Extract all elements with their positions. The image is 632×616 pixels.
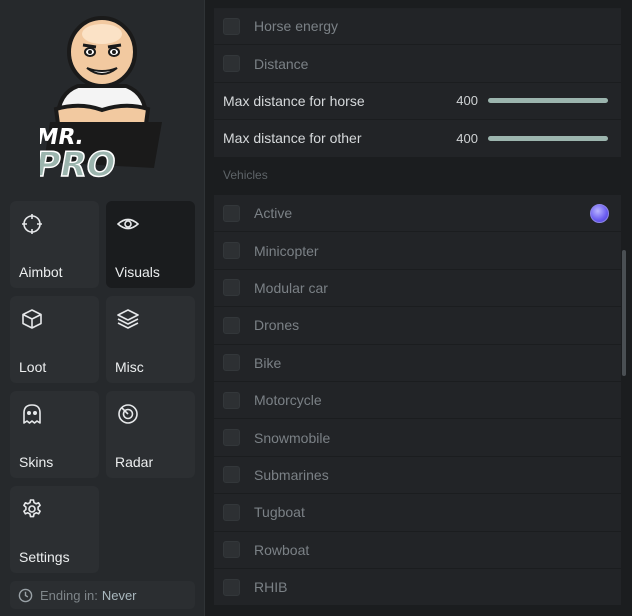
list-item: Distance — [214, 45, 621, 83]
checkbox[interactable] — [223, 204, 240, 222]
option-label: Rowboat — [254, 541, 310, 558]
layers-icon — [117, 309, 139, 329]
top-fade — [206, 0, 632, 10]
tab-label: Aimbot — [19, 264, 63, 280]
list-item: RHIB — [214, 568, 621, 607]
box-icon — [22, 309, 42, 329]
tab-settings[interactable]: Settings — [10, 486, 99, 573]
option-label: Active — [254, 205, 293, 222]
ending-label: Ending in: — [40, 587, 98, 603]
slider-label: Max distance for other — [223, 130, 362, 147]
tab-aimbot[interactable]: Aimbot — [10, 201, 99, 288]
clock-icon — [18, 588, 33, 602]
list-item: Motorcycle — [214, 381, 621, 420]
list-item: Drones — [214, 307, 621, 345]
option-label: Horse energy — [254, 18, 339, 35]
checkbox[interactable] — [223, 279, 240, 297]
radar-icon — [118, 404, 138, 424]
section-title-vehicles: Vehicles — [223, 168, 268, 182]
sidebar: MR. PRO Aimbot Visuals Loot Misc Skins R… — [0, 0, 205, 616]
list-item: Active — [214, 195, 621, 233]
checkbox[interactable] — [223, 541, 240, 559]
slider-value: 400 — [456, 130, 478, 146]
tab-label: Settings — [19, 549, 70, 565]
tab-label: Skins — [19, 454, 54, 470]
subscription-status: Ending in: Never — [10, 581, 195, 609]
option-label: Submarines — [254, 466, 329, 483]
tab-visuals[interactable]: Visuals — [106, 201, 195, 288]
players-group: Horse energy Distance Max distance for h… — [214, 8, 621, 158]
slider-value: 400 — [456, 93, 478, 109]
checkbox[interactable] — [223, 503, 240, 521]
option-label: Motorcycle — [254, 392, 322, 409]
slider-row: Max distance for horse 400 — [214, 82, 621, 121]
list-item: Tugboat — [214, 494, 621, 532]
tab-label: Loot — [19, 359, 47, 375]
svg-text:PRO: PRO — [40, 145, 119, 184]
checkbox[interactable] — [223, 429, 240, 447]
tab-label: Misc — [115, 359, 144, 375]
color-picker[interactable] — [590, 203, 609, 223]
tab-label: Visuals — [115, 264, 160, 280]
tab-radar[interactable]: Radar — [106, 391, 195, 478]
option-label: Snowmobile — [254, 429, 331, 446]
checkbox[interactable] — [223, 354, 240, 372]
list-item: Minicopter — [214, 232, 621, 270]
option-label: RHIB — [254, 579, 288, 596]
list-item: Submarines — [214, 456, 621, 495]
checkbox[interactable] — [223, 466, 240, 484]
checkbox[interactable] — [223, 391, 240, 409]
slider-track[interactable] — [488, 135, 608, 141]
vehicles-group: Active Minicopter Modular car Drones Bik… — [214, 195, 621, 607]
tab-misc[interactable]: Misc — [106, 296, 195, 383]
checkbox[interactable] — [223, 316, 240, 334]
checkbox[interactable] — [223, 17, 240, 35]
scrollbar[interactable] — [622, 250, 626, 376]
gear-icon — [23, 499, 41, 518]
option-label: Distance — [254, 55, 309, 72]
tab-label: Radar — [115, 454, 154, 470]
option-label: Bike — [254, 354, 282, 371]
ending-value: Never — [101, 587, 137, 603]
option-label: Modular car — [254, 279, 328, 296]
option-label: Drones — [254, 317, 300, 334]
tab-skins[interactable]: Skins — [10, 391, 99, 478]
list-item: Modular car — [214, 269, 621, 308]
slider-track[interactable] — [488, 98, 608, 104]
crosshair-icon — [22, 214, 42, 234]
checkbox[interactable] — [223, 578, 240, 596]
slider-label: Max distance for horse — [223, 92, 365, 109]
visuals-panel: Horse energy Distance Max distance for h… — [206, 0, 632, 616]
option-label: Minicopter — [254, 242, 319, 259]
ghost-icon — [23, 404, 41, 424]
list-item: Rowboat — [214, 531, 621, 569]
tab-loot[interactable]: Loot — [10, 296, 99, 383]
checkbox[interactable] — [223, 242, 240, 260]
slider-row: Max distance for other 400 — [214, 120, 621, 158]
checkbox[interactable] — [223, 55, 240, 73]
eye-icon — [117, 218, 139, 230]
option-label: Tugboat — [254, 504, 305, 521]
list-item: Horse energy — [214, 8, 621, 46]
list-item: Bike — [214, 344, 621, 382]
mr-pro-logo: MR. PRO — [40, 16, 162, 184]
list-item: Snowmobile — [214, 419, 621, 457]
